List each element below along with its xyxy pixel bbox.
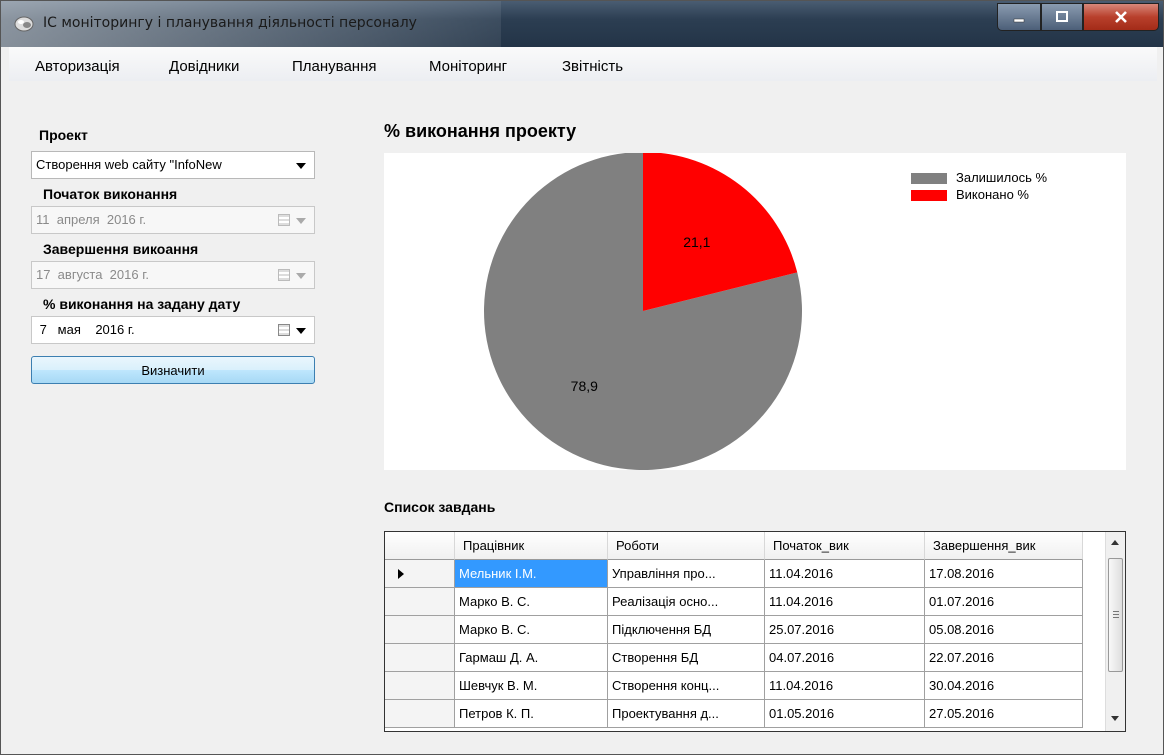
chevron-down-icon (296, 328, 306, 334)
table-cell[interactable]: Управління про... (608, 560, 765, 588)
table-cell[interactable]: 25.07.2016 (765, 616, 925, 644)
menu-monitoring[interactable]: Моніторинг (429, 58, 507, 75)
calendar-icon (278, 214, 290, 226)
table-cell[interactable]: Мельник І.М. (455, 560, 608, 588)
minimize-button[interactable] (997, 3, 1041, 31)
table-cell[interactable]: 11.04.2016 (765, 560, 925, 588)
scroll-down-icon[interactable] (1111, 716, 1119, 721)
table-header: Працівник Роботи Початок_вик Завершення_… (385, 532, 1107, 560)
grip-line (1113, 617, 1119, 618)
grip-line (1113, 611, 1119, 612)
end-date-value: 17 августа 2016 г. (36, 267, 149, 282)
menu-reports[interactable]: Звітність (562, 58, 623, 75)
tasks-table[interactable]: Працівник Роботи Початок_вик Завершення_… (384, 531, 1126, 732)
grip-line (1113, 614, 1119, 615)
table-row[interactable]: Шевчук В. М. Створення конц... 11.04.2016 3… (385, 672, 1107, 700)
app-icon (14, 16, 34, 32)
chart-title: % виконання проекту (384, 121, 577, 141)
menu-planning[interactable]: Планування (292, 58, 377, 75)
chevron-down-icon (296, 163, 306, 169)
scroll-thumb[interactable] (1108, 558, 1123, 672)
vertical-scrollbar[interactable] (1105, 532, 1125, 731)
calendar-icon (278, 269, 290, 281)
table-cell[interactable]: 01.05.2016 (765, 700, 925, 728)
table-cell[interactable]: 17.08.2016 (925, 560, 1083, 588)
header-employee[interactable]: Працівник (455, 532, 608, 560)
row-header[interactable] (385, 700, 455, 728)
row-header[interactable] (385, 616, 455, 644)
table-cell[interactable]: 30.04.2016 (925, 672, 1083, 700)
row-header[interactable] (385, 560, 455, 588)
menu-auth[interactable]: Авторизація (35, 58, 120, 75)
title-bar[interactable]: ІС моніторингу і планування діяльності п… (1, 1, 1163, 47)
start-date-picker: 11 апреля 2016 г. (31, 206, 315, 234)
table-cell[interactable]: 01.07.2016 (925, 588, 1083, 616)
menu-bar: Авторизація Довідники Планування Монітор… (9, 47, 1157, 81)
header-start[interactable]: Початок_вик (765, 532, 925, 560)
header-end[interactable]: Завершення_вик (925, 532, 1083, 560)
table-cell[interactable]: Створення БД (608, 644, 765, 672)
start-date-label: Початок виконання (43, 186, 178, 202)
project-select-value: Створення web сайту "InfoNew (36, 157, 222, 172)
window-title: ІС моніторингу і планування діяльності п… (43, 15, 417, 31)
pie-label-done: 21,1 (683, 234, 710, 250)
table-cell[interactable]: Підключення БД (608, 616, 765, 644)
row-header[interactable] (385, 672, 455, 700)
minimize-icon (1013, 18, 1025, 23)
maximize-button[interactable] (1041, 3, 1083, 31)
calculate-button[interactable]: Визначити (31, 356, 315, 384)
menu-directories[interactable]: Довідники (169, 58, 239, 75)
chart-area: 21,1 78,9 Залишилось % Виконано % (384, 152, 1126, 470)
start-date-value: 11 апреля 2016 г. (36, 212, 147, 227)
chevron-down-icon (296, 218, 306, 224)
current-row-icon (398, 569, 404, 579)
legend-done: Виконано % (956, 187, 1029, 202)
table-cell[interactable]: 27.05.2016 (925, 700, 1083, 728)
table-row[interactable]: Мельник І.М. Управління про... 11.04.2016 1… (385, 560, 1107, 588)
target-date-value: 7 мая 2016 г. (36, 322, 135, 337)
legend-remaining: Залишилось % (956, 170, 1048, 185)
target-date-picker[interactable]: 7 мая 2016 г. (31, 316, 315, 344)
scroll-up-icon[interactable] (1111, 540, 1119, 545)
close-button[interactable] (1083, 3, 1159, 31)
table-cell[interactable]: 05.08.2016 (925, 616, 1083, 644)
end-date-picker: 17 августа 2016 г. (31, 261, 315, 289)
target-date-label: % виконання на задану дату (43, 296, 241, 312)
table-cell[interactable]: Реалізація осно... (608, 588, 765, 616)
table-row[interactable]: Марко В. С. Підключення БД 25.07.2016 05.08… (385, 616, 1107, 644)
app-window: ІС моніторингу і планування діяльності п… (0, 0, 1164, 755)
table-cell[interactable]: 11.04.2016 (765, 672, 925, 700)
legend-swatch-done (911, 190, 947, 201)
maximize-icon (1056, 11, 1068, 22)
table-cell[interactable]: Гармаш Д. А. (455, 644, 608, 672)
table-cell[interactable]: Шевчук В. М. (455, 672, 608, 700)
tasks-title: Список завдань (384, 499, 496, 515)
calendar-icon (278, 324, 290, 336)
table-row[interactable]: Петров К. П. Проектування д... 01.05.2016 2… (385, 700, 1107, 728)
table-cell[interactable]: Створення конц... (608, 672, 765, 700)
project-label: Проект (39, 127, 88, 143)
pie-label-remaining: 78,9 (571, 378, 598, 394)
table-row[interactable]: Гармаш Д. А. Створення БД 04.07.2016 22.07.… (385, 644, 1107, 672)
legend-swatch-remaining (911, 173, 947, 184)
row-header[interactable] (385, 644, 455, 672)
table-cell[interactable]: Марко В. С. (455, 616, 608, 644)
table-cell[interactable]: Проектування д... (608, 700, 765, 728)
table-row[interactable]: Марко В. С. Реалізація осно... 11.04.2016 0… (385, 588, 1107, 616)
header-corner (385, 532, 455, 560)
header-work[interactable]: Роботи (608, 532, 765, 560)
table-cell[interactable]: Марко В. С. (455, 588, 608, 616)
project-select[interactable]: Створення web сайту "InfoNew (31, 151, 315, 179)
row-header[interactable] (385, 588, 455, 616)
close-icon (1115, 11, 1127, 23)
end-date-label: Завершення викоання (43, 241, 199, 257)
table-cell[interactable]: 11.04.2016 (765, 588, 925, 616)
chevron-down-icon (296, 273, 306, 279)
table-cell[interactable]: 22.07.2016 (925, 644, 1083, 672)
table-cell[interactable]: Петров К. П. (455, 700, 608, 728)
table-cell[interactable]: 04.07.2016 (765, 644, 925, 672)
